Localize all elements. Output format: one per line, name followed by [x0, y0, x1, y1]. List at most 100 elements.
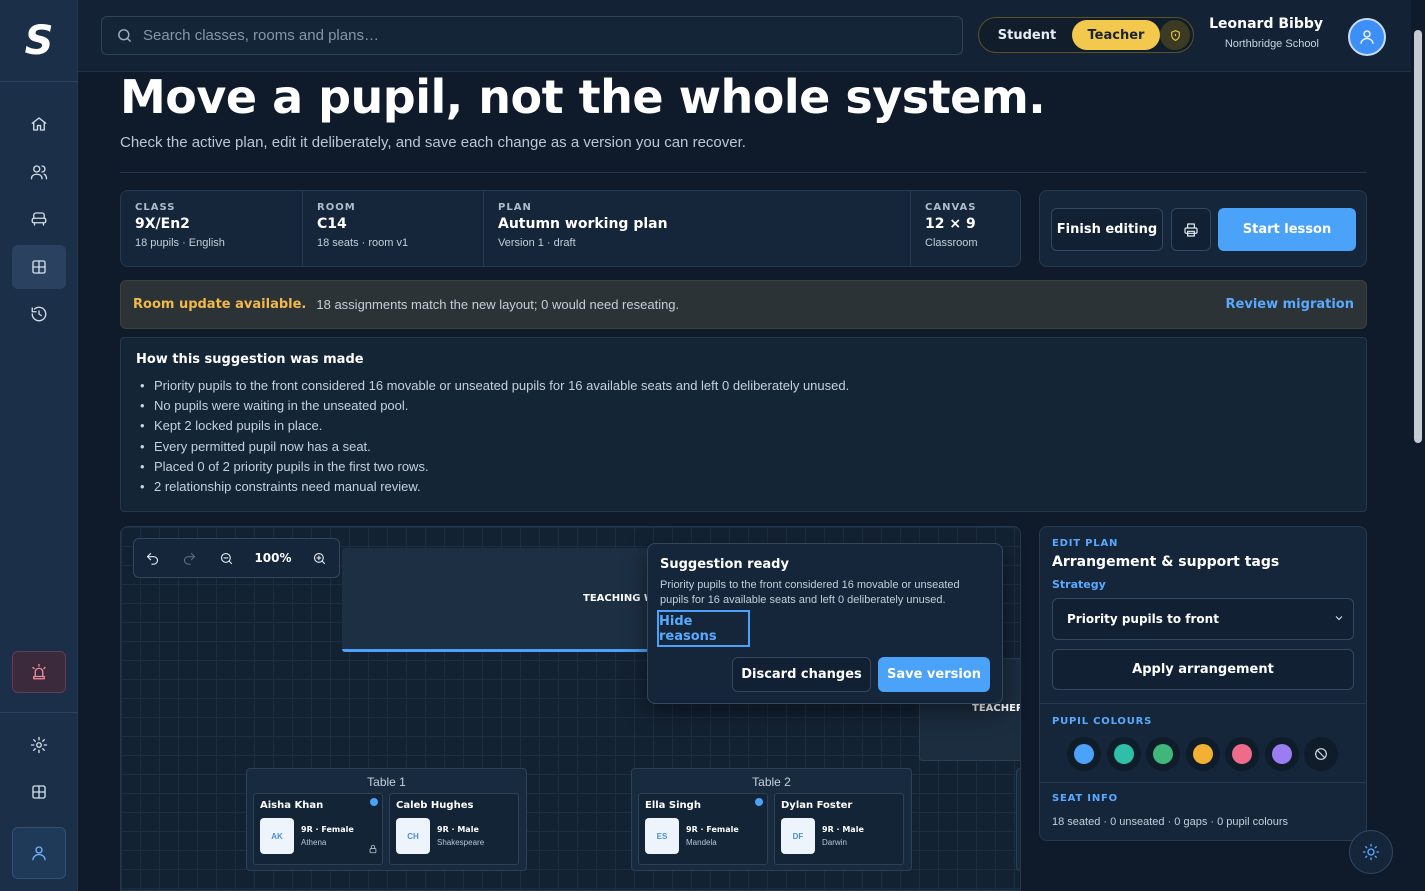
colour-swatch-amber[interactable]: [1186, 737, 1220, 771]
canvas-label: CANVAS: [925, 202, 977, 213]
search-input[interactable]: [143, 27, 923, 44]
room-update-banner: Room update available. 18 assignments ma…: [120, 280, 1367, 329]
save-version-button[interactable]: Save version: [878, 657, 990, 692]
table-label: Table 2: [752, 775, 791, 789]
canvas-value: 12 × 9: [925, 216, 976, 232]
theme-toggle-button[interactable]: [1349, 830, 1393, 874]
redo-icon: [183, 552, 196, 565]
pupil-initials: ES: [645, 818, 679, 854]
reason-item: Placed 0 of 2 priority pupils in the fir…: [136, 457, 1351, 477]
alarm-button[interactable]: [12, 651, 66, 693]
zoom-out-button[interactable]: [208, 539, 245, 577]
search-icon: [118, 29, 131, 42]
review-migration-link[interactable]: Review migration: [1226, 297, 1354, 312]
alarm-icon: [32, 663, 46, 680]
room-summary: ROOM C14 18 seats · room v1: [303, 191, 484, 266]
reasons-title: How this suggestion was made: [136, 352, 364, 367]
table-1[interactable]: Table 1 Aisha Khan AK 9R · Female Athena…: [246, 768, 527, 871]
scroll-thumb[interactable]: [1414, 30, 1422, 443]
role-teacher-button[interactable]: Teacher: [1072, 20, 1160, 50]
zoom-in-icon: [313, 552, 326, 564]
sidebar-item-pupils[interactable]: [12, 150, 66, 194]
teacher-desk-label: TEACHER: [972, 703, 1021, 714]
pupil-name: Aisha Khan: [260, 800, 324, 811]
sidebar-item-layouts[interactable]: [12, 770, 66, 814]
hide-reasons-link[interactable]: Hide reasons: [657, 610, 750, 647]
reason-item: Every permitted pupil now has a seat.: [136, 437, 1351, 457]
colour-swatch-teal[interactable]: [1107, 737, 1141, 771]
app-logo[interactable]: S: [0, 0, 78, 82]
class-value: 9X/En2: [135, 216, 190, 232]
seat-dylan-foster[interactable]: Dylan Foster DF 9R · Male Darwin: [774, 793, 904, 865]
colour-swatch-green[interactable]: [1146, 737, 1180, 771]
room-label: ROOM: [317, 202, 356, 213]
sidebar-item-settings[interactable]: [12, 723, 66, 767]
sidebar-item-plans[interactable]: [12, 245, 66, 289]
colour-swatch-purple[interactable]: [1265, 737, 1299, 771]
search-box[interactable]: [101, 16, 963, 55]
pupil-name: Caleb Hughes: [396, 800, 474, 811]
pupil-meta: 9R · Female: [686, 825, 739, 834]
seat-info-text: 18 seated · 0 unseated · 0 gaps · 0 pupi…: [1052, 816, 1289, 828]
logo-mark: S: [24, 17, 54, 64]
strategy-label: Strategy: [1052, 578, 1106, 591]
avatar[interactable]: [1348, 18, 1386, 56]
sidebar: S: [0, 0, 78, 891]
reason-item: Kept 2 locked pupils in place.: [136, 416, 1351, 436]
table-2[interactable]: Table 2 Ella Singh ES 9R · Female Mandel…: [631, 768, 912, 871]
teaching-wall[interactable]: TEACHING W: [342, 548, 678, 652]
suggestion-reasons: How this suggestion was made Priority pu…: [120, 337, 1367, 512]
zoom-in-button[interactable]: [301, 539, 338, 577]
pupil-meta: 9R · Female: [301, 825, 354, 834]
sidebar-item-rooms[interactable]: [12, 197, 66, 241]
divider: [120, 172, 1367, 173]
sun-icon: [1362, 843, 1380, 861]
strategy-select[interactable]: Priority pupils to front: [1052, 598, 1354, 640]
priority-dot: [370, 798, 378, 806]
pupil-house: Darwin: [822, 838, 847, 847]
print-button[interactable]: [1171, 208, 1211, 251]
seat-aisha-khan[interactable]: Aisha Khan AK 9R · Female Athena: [253, 793, 383, 865]
pupil-initials: CH: [396, 818, 430, 854]
panel-divider: [1040, 782, 1366, 783]
seat-icon: [31, 212, 47, 226]
plan-label: PLAN: [498, 202, 532, 213]
finish-editing-button[interactable]: Finish editing: [1051, 208, 1163, 251]
role-switch: Student Teacher: [978, 17, 1194, 53]
sidebar-item-home[interactable]: [12, 102, 66, 146]
clear-colour-button[interactable]: [1304, 737, 1338, 771]
sidebar-item-history[interactable]: [12, 292, 66, 336]
undo-button[interactable]: [134, 539, 171, 577]
home-icon: [31, 117, 47, 131]
colour-swatch-blue[interactable]: [1067, 737, 1101, 771]
seat-caleb-hughes[interactable]: Caleb Hughes CH 9R · Male Shakespeare: [389, 793, 519, 865]
redo-button[interactable]: [171, 539, 208, 577]
pupil-meta: 9R · Male: [822, 825, 864, 834]
seat-ella-singh[interactable]: Ella Singh ES 9R · Female Mandela: [638, 793, 768, 865]
history-icon: [31, 306, 47, 322]
discard-changes-button[interactable]: Discard changes: [732, 657, 871, 692]
suggestion-popover: Suggestion ready Priority pupils to the …: [647, 543, 1003, 704]
class-label: CLASS: [135, 202, 176, 213]
pupil-name: Dylan Foster: [781, 800, 853, 811]
reasons-list: Priority pupils to the front considered …: [136, 376, 1351, 497]
colour-swatch-pink[interactable]: [1225, 737, 1259, 771]
class-meta: 18 pupils · English: [135, 237, 225, 249]
apply-arrangement-button[interactable]: Apply arrangement: [1052, 649, 1354, 690]
plan-meta: Version 1 · draft: [498, 237, 576, 249]
pupil-house: Shakespeare: [437, 838, 485, 847]
zoom-out-icon: [220, 552, 233, 564]
role-student-button[interactable]: Student: [982, 20, 1072, 50]
pupil-colours-label: PUPIL COLOURS: [1052, 716, 1153, 727]
priority-dot: [755, 798, 763, 806]
page-subtitle: Check the active plan, edit it deliberat…: [120, 134, 746, 151]
users-icon: [30, 165, 48, 180]
table-3-partial[interactable]: [1016, 768, 1020, 871]
sidebar-item-profile[interactable]: [12, 827, 66, 879]
grid-icon: [32, 260, 46, 274]
admin-button[interactable]: [1160, 20, 1190, 50]
page-scrollbar[interactable]: [1411, 0, 1425, 891]
pupil-initials: DF: [781, 818, 815, 854]
pupil-meta: 9R · Male: [437, 825, 479, 834]
start-lesson-button[interactable]: Start lesson: [1218, 208, 1356, 251]
